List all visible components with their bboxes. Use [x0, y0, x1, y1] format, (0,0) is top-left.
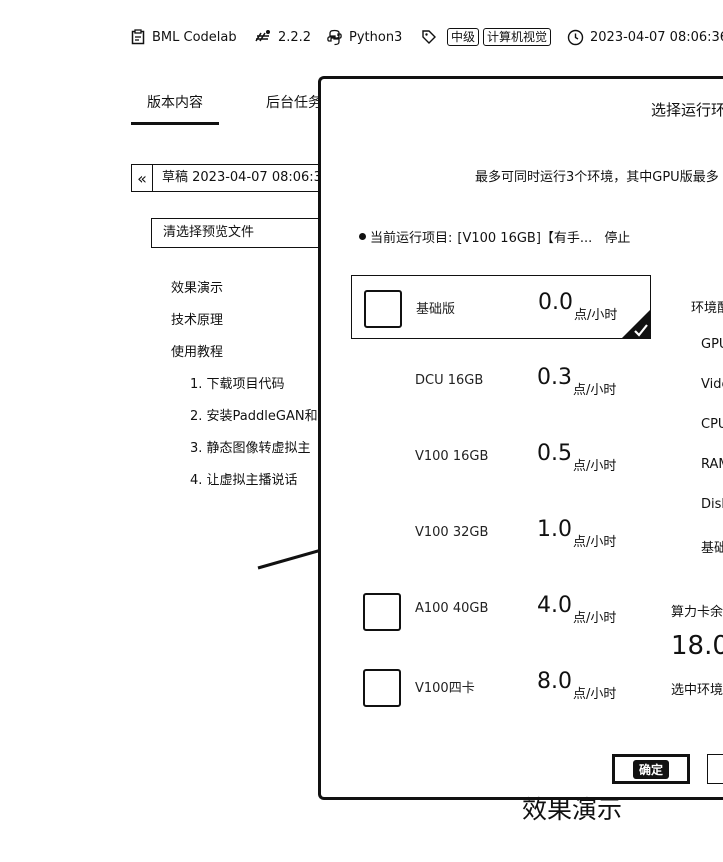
spec-gpu: GPU — [701, 337, 723, 352]
active-tab-indicator — [131, 122, 219, 125]
current-project-label: 当前运行项目: — [370, 231, 453, 246]
env-icon — [363, 593, 401, 631]
toc-item-step-1[interactable]: 1. 下载项目代码 — [190, 373, 320, 392]
env-icon — [364, 290, 402, 328]
platform-name: BML Codelab — [152, 29, 237, 45]
toc-item-step-4[interactable]: 4. 让虚拟主播说话 — [190, 469, 320, 488]
env-name: V100四卡 — [415, 681, 475, 696]
env-name: 基础版 — [416, 302, 456, 317]
framework-icon — [255, 30, 270, 42]
env-price: 0.3 — [537, 365, 572, 390]
tab-version-content[interactable]: 版本内容 — [147, 92, 203, 112]
env-price: 4.0 — [537, 593, 572, 618]
env-unit: 点/小时 — [574, 308, 618, 323]
environment-dialog: 选择运行环 最多可同时运行3个环境，其中GPU版最多 当前运行项目: [V100… — [318, 76, 723, 800]
category-tag[interactable]: 计算机视觉 — [483, 28, 552, 46]
env-unit: 点/小时 — [573, 611, 617, 626]
clipboard-icon — [131, 29, 145, 45]
project-date: 2023-04-07 08:06:36 — [590, 29, 723, 45]
preview-file-select[interactable]: 清选择预览文件 — [151, 218, 323, 248]
env-unit: 点/小时 — [573, 383, 617, 398]
balance-value: 18.0 — [671, 631, 723, 661]
dialog-title: 选择运行环 — [651, 101, 723, 119]
env-name: V100 32GB — [415, 525, 489, 540]
current-project-value: [V100 16GB]【有手... — [457, 231, 593, 246]
level-tag[interactable]: 中级 — [447, 28, 480, 46]
spec-title: 环境配 — [691, 301, 723, 316]
date-meta: 2023-04-07 08:06:36 — [567, 26, 723, 48]
spec-video-mem: Vide — [701, 377, 723, 392]
env-icon — [363, 669, 401, 707]
spec-cpu: CPU — [701, 417, 723, 432]
cancel-button[interactable] — [707, 754, 723, 784]
language-meta: Python3 — [326, 26, 402, 48]
env-name: V100 16GB — [415, 449, 489, 464]
bullet-icon — [359, 233, 366, 240]
collapse-button[interactable]: « — [131, 164, 153, 192]
env-option-dcu16[interactable]: DCU 16GB 0.3 点/小时 — [351, 351, 651, 415]
stop-button[interactable]: 停止 — [604, 227, 630, 246]
env-price: 8.0 — [537, 669, 572, 694]
platform-meta: BML Codelab — [130, 26, 237, 48]
python-icon — [327, 29, 342, 45]
env-price: 0.0 — [538, 290, 573, 315]
selected-check-icon — [621, 309, 651, 339]
env-name: A100 40GB — [415, 601, 489, 616]
toc-item-tutorial[interactable]: 使用教程 — [171, 341, 223, 360]
balance-label: 算力卡余 — [671, 605, 723, 620]
spec-disk: Disk — [701, 497, 723, 512]
toc-item-step-2[interactable]: 2. 安装PaddleGAN和 — [190, 405, 320, 424]
toc-item-step-3[interactable]: 3. 静态图像转虚拟主 — [190, 437, 320, 456]
env-price: 0.5 — [537, 441, 572, 466]
env-name: DCU 16GB — [415, 373, 484, 388]
demo-section-heading: 效果演示 — [522, 795, 623, 824]
env-option-basic[interactable]: 基础版 0.0 点/小时 — [351, 275, 651, 339]
confirm-button[interactable]: 确定 — [612, 754, 690, 784]
env-option-v100-32[interactable]: V100 32GB 1.0 点/小时 — [351, 503, 651, 567]
env-unit: 点/小时 — [573, 459, 617, 474]
clock-icon — [567, 29, 584, 45]
tags-meta: 中级 计算机视觉 — [421, 26, 552, 48]
env-price: 1.0 — [537, 517, 572, 542]
env-unit: 点/小时 — [573, 687, 617, 702]
language-name: Python3 — [349, 29, 403, 45]
selected-env-label: 选中环境 — [671, 683, 723, 698]
env-option-v100-16[interactable]: V100 16GB 0.5 点/小时 — [351, 427, 651, 491]
env-option-v100-quad[interactable]: V100四卡 8.0 点/小时 — [351, 655, 651, 719]
env-option-a100-40[interactable]: A100 40GB 4.0 点/小时 — [351, 579, 651, 643]
env-unit: 点/小时 — [573, 535, 617, 550]
framework-version: 2.2.2 — [278, 29, 312, 45]
version-meta: 2.2.2 — [254, 26, 311, 48]
confirm-label: 确定 — [632, 759, 669, 779]
spec-ram: RAM — [701, 457, 723, 472]
tag-icon — [422, 30, 436, 44]
draft-version-select[interactable]: 草稿 2023-04-07 08:06:36 — [153, 164, 323, 192]
toc-item-demo[interactable]: 效果演示 — [171, 277, 223, 296]
current-project: 当前运行项目: [V100 16GB]【有手... 停止 — [359, 227, 630, 246]
run-limit-notice: 最多可同时运行3个环境，其中GPU版最多 — [475, 170, 719, 185]
spec-base: 基础 — [701, 541, 723, 556]
tab-background-tasks[interactable]: 后台任务 — [266, 92, 322, 112]
toc-item-principle[interactable]: 技术原理 — [171, 309, 223, 328]
